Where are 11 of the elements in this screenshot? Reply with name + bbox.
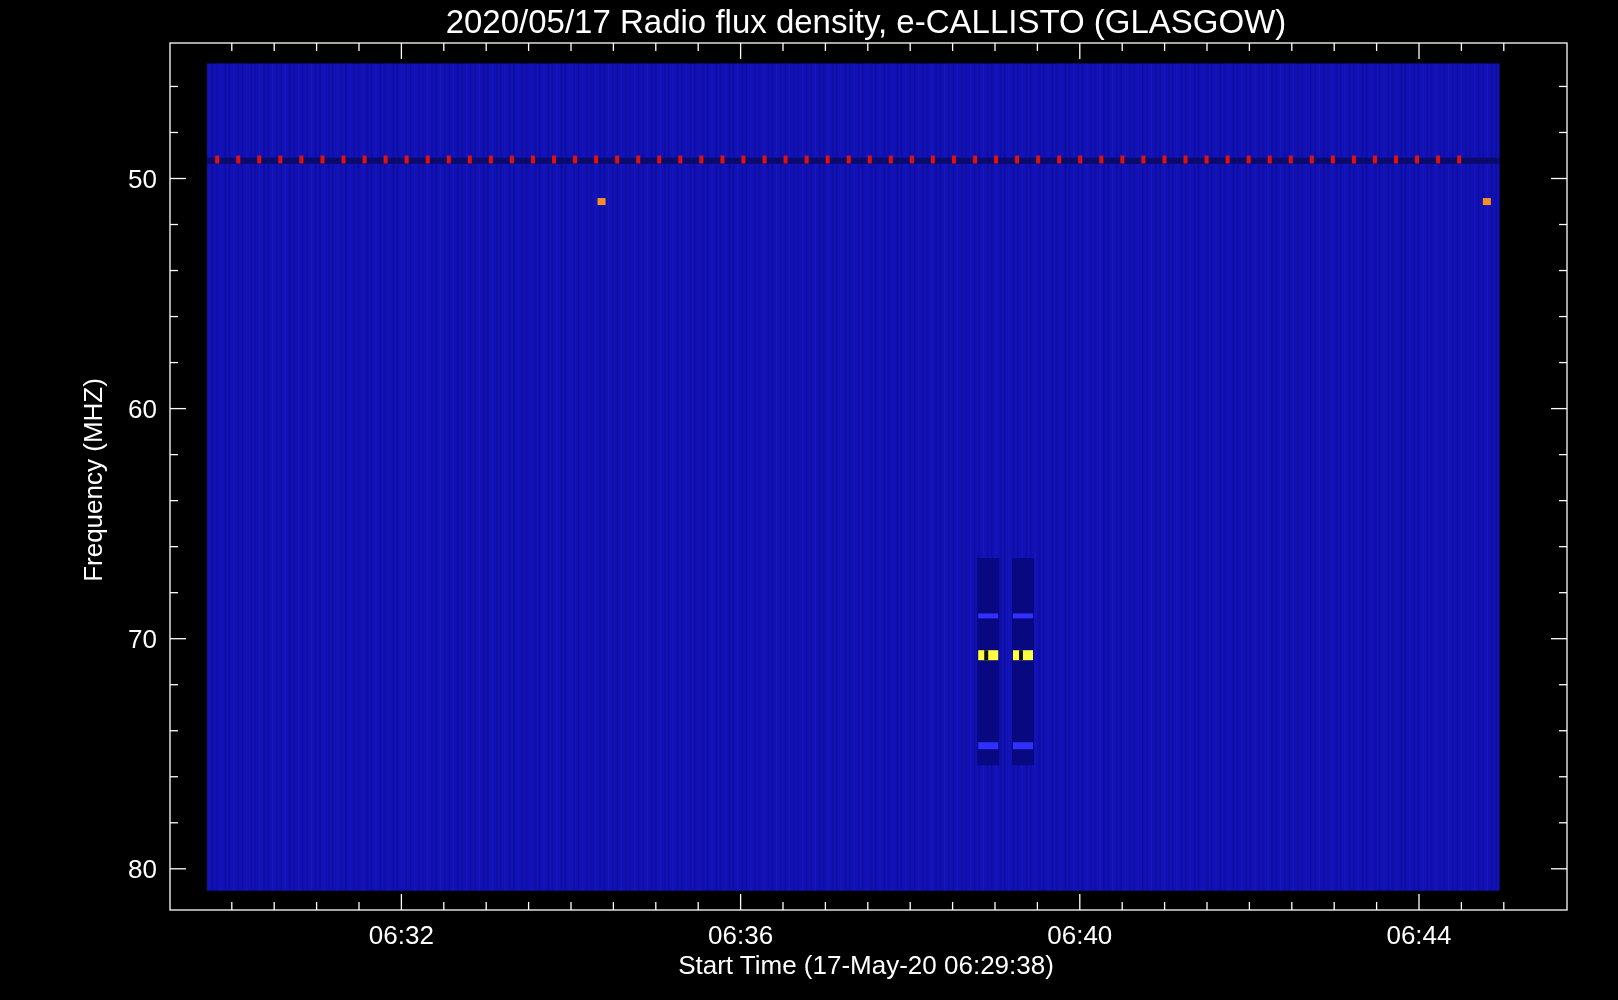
y-tick-label: 50 [128, 163, 157, 194]
y-axis-label: Frequency (MHZ) [78, 378, 108, 582]
y-tick-label: 70 [128, 623, 157, 654]
x-tick-label: 06:36 [708, 920, 774, 950]
y-tick-label: 80 [128, 853, 157, 884]
y-tick-label: 60 [128, 393, 157, 424]
x-axis-label: Start Time (17-May-20 06:29:38) [678, 950, 1054, 980]
x-tick-label: 06:40 [1047, 920, 1113, 950]
x-tick-label: 06:44 [1386, 920, 1452, 950]
chart-title: 2020/05/17 Radio flux density, e-CALLISTO (GLASGOW) [445, 3, 1287, 40]
x-tick-label: 06:32 [368, 920, 434, 950]
